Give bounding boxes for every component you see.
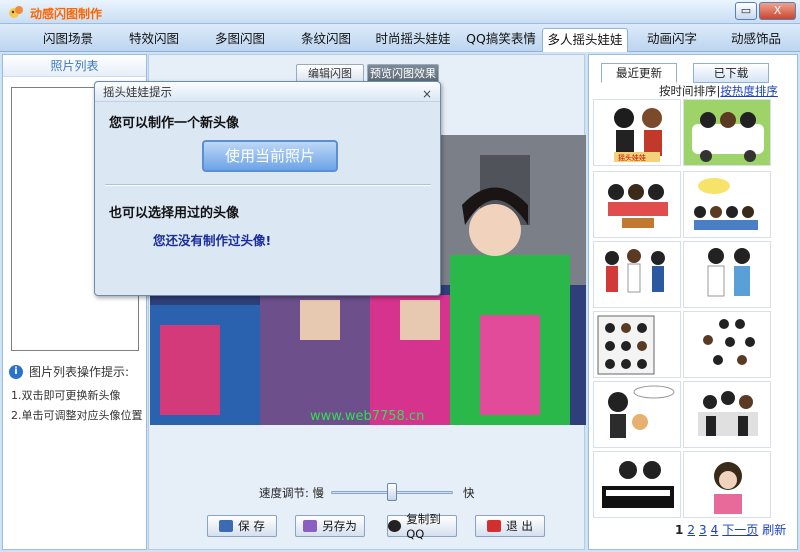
dialog-title-text: 摇头娃娃提示 xyxy=(103,85,172,99)
tab-multi-bobblehead[interactable]: 多人摇头娃娃 xyxy=(542,28,628,52)
template-thumb-10[interactable] xyxy=(683,381,771,448)
thumb-image-1: 摇头娃娃 xyxy=(614,108,662,162)
tab-downloaded[interactable]: 已下载 xyxy=(693,63,769,83)
hint-title: i 图片列表操作提示: xyxy=(9,363,129,380)
template-thumb-9[interactable] xyxy=(593,381,681,448)
refresh-link[interactable]: 刷新 xyxy=(762,523,786,537)
template-thumb-8[interactable] xyxy=(683,311,771,378)
next-page-link[interactable]: 下一页 xyxy=(722,523,758,537)
exit-icon xyxy=(487,520,502,532)
close-button[interactable]: X xyxy=(759,2,796,20)
page-2-link[interactable]: 2 xyxy=(687,523,695,537)
dialog-text-choose-used: 也可以选择用过的头像 xyxy=(109,206,240,221)
speed-label-fast: 快 xyxy=(463,486,475,500)
thumb-image-4 xyxy=(694,178,758,230)
thumb-image-8 xyxy=(703,319,755,365)
info-icon: i xyxy=(9,364,23,379)
pagination: 1 2 3 4 下一页 刷新 xyxy=(675,521,790,538)
save-button[interactable]: 保 存 xyxy=(207,515,277,537)
tab-multi-image-flash[interactable]: 多图闪图 xyxy=(200,28,280,52)
tab-animated-accessory[interactable]: 动感饰品 xyxy=(716,28,796,52)
save-icon xyxy=(219,520,234,532)
dialog-text-new-avatar: 您可以制作一个新头像 xyxy=(109,116,240,131)
hint-title-text: 图片列表操作提示: xyxy=(29,365,130,379)
template-thumb-2[interactable] xyxy=(683,99,771,166)
copy-to-qq-button-label: 复制到QQ xyxy=(406,512,441,541)
template-thumb-12[interactable] xyxy=(683,451,771,518)
tab-stripe-flash[interactable]: 条纹闪图 xyxy=(286,28,366,52)
sort-row: 按时间排序|按热度排序 xyxy=(659,83,778,99)
page-3-link[interactable]: 3 xyxy=(699,523,707,537)
bobblehead-tip-dialog: 摇头娃娃提示 × 您可以制作一个新头像 使用当前照片 也可以选择用过的头像 您还… xyxy=(94,81,441,296)
template-thumb-11[interactable] xyxy=(593,451,681,518)
dialog-separator xyxy=(105,184,431,186)
save-as-button-label: 另存为 xyxy=(322,519,357,533)
template-thumb-7[interactable] xyxy=(593,311,681,378)
tab-recent-updates[interactable]: 最近更新 xyxy=(601,63,677,83)
tab-animated-text[interactable]: 动画闪字 xyxy=(636,28,708,52)
page-current: 1 xyxy=(675,523,684,537)
save-as-icon xyxy=(303,520,318,532)
app-logo-icon xyxy=(9,6,23,18)
app-title: 动感闪图制作 xyxy=(30,7,103,21)
dialog-close-icon[interactable]: × xyxy=(422,84,432,104)
thumb-image-10 xyxy=(698,391,758,436)
thumb-image-2 xyxy=(684,100,770,165)
tab-fashion-bobblehead[interactable]: 时尚摇头娃娃 xyxy=(368,28,458,52)
tab-flash-scene[interactable]: 闪图场景 xyxy=(28,28,108,52)
exit-button[interactable]: 退 出 xyxy=(475,515,545,537)
use-current-photo-button[interactable]: 使用当前照片 xyxy=(202,140,338,172)
sort-by-time[interactable]: 按时间排序| xyxy=(659,84,720,98)
right-panel: 最近更新 已下载 按时间排序|按热度排序 摇头娃娃 1 2 3 4 下一页 刷新 xyxy=(588,54,798,550)
template-thumb-6[interactable] xyxy=(683,241,771,308)
qq-penguin-icon xyxy=(388,520,402,532)
speed-slider-thumb[interactable] xyxy=(387,483,397,501)
page-4-link[interactable]: 4 xyxy=(711,523,719,537)
template-thumb-1[interactable]: 摇头娃娃 xyxy=(593,99,681,166)
sort-by-popularity[interactable]: 按热度排序 xyxy=(720,84,778,98)
template-thumb-3[interactable] xyxy=(593,171,681,238)
thumb-image-12 xyxy=(714,462,742,514)
hint-line-2: 2.单击可调整对应头像位置 xyxy=(11,409,143,422)
thumb-image-6 xyxy=(707,248,750,297)
title-bar: 动感闪图制作 ▭ X xyxy=(0,0,800,24)
photo-watermark: www.web7758.cn xyxy=(310,409,424,424)
speed-label-slow: 速度调节: 慢 xyxy=(259,486,325,500)
save-as-button[interactable]: 另存为 xyxy=(295,515,365,537)
save-button-label: 保 存 xyxy=(238,519,265,533)
thumb-image-9 xyxy=(608,385,675,438)
main-tab-bar: 闪图场景 特效闪图 多图闪图 条纹闪图 时尚摇头娃娃 QQ搞笑表情 多人摇头娃娃… xyxy=(0,24,800,52)
copy-to-qq-button[interactable]: 复制到QQ xyxy=(387,512,457,541)
template-thumb-4[interactable] xyxy=(683,171,771,238)
tab-effect-flash[interactable]: 特效闪图 xyxy=(114,28,194,52)
dialog-text-no-avatars: 您还没有制作过头像! xyxy=(153,233,272,248)
dialog-title: 摇头娃娃提示 × xyxy=(95,82,440,102)
photo-list-header: 照片列表 xyxy=(3,55,146,77)
tab-qq-funny-emoji[interactable]: QQ搞笑表情 xyxy=(460,28,542,52)
thumb-image-5 xyxy=(605,249,665,293)
exit-button-label: 退 出 xyxy=(506,519,533,533)
minimize-button[interactable]: ▭ xyxy=(735,2,757,20)
thumb-image-3 xyxy=(608,184,668,228)
thumb-image-7 xyxy=(597,315,655,375)
hint-line-1: 1.双击即可更换新头像 xyxy=(11,389,121,402)
template-thumb-5[interactable] xyxy=(593,241,681,308)
thumb-image-11 xyxy=(602,461,674,508)
thumb-caption-1: 摇头娃娃 xyxy=(618,153,646,162)
speed-control: 速度调节: 慢 快 xyxy=(259,483,479,501)
